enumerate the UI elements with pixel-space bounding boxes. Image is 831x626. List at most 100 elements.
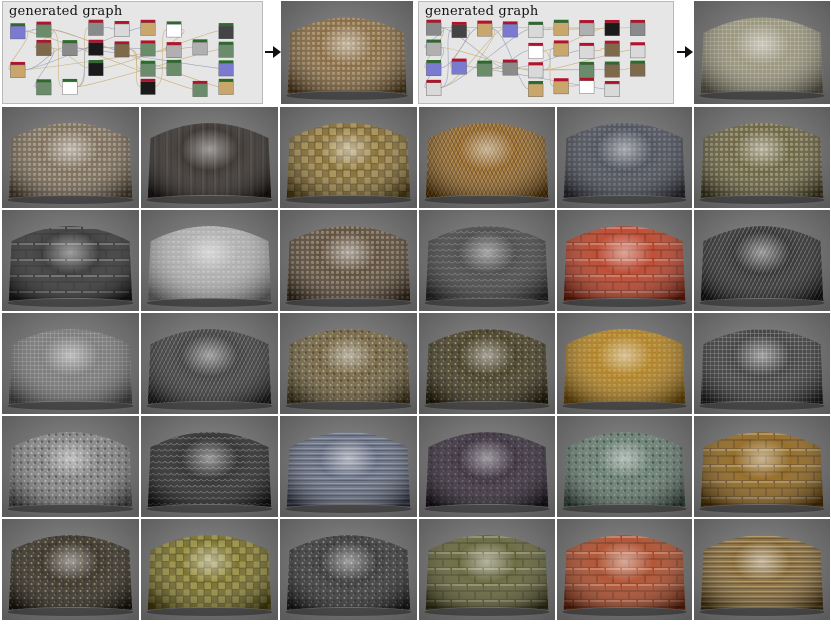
- material-tile-r3c1: [2, 313, 139, 414]
- material-preview: [141, 313, 278, 414]
- graph-node: [502, 21, 518, 38]
- graph-node: [36, 39, 52, 56]
- graph-node: [88, 39, 104, 56]
- material-preview: [557, 210, 692, 311]
- graph-node: [36, 79, 52, 96]
- material-tile-r1c5: [557, 107, 692, 208]
- material-preview: [419, 416, 555, 517]
- material-preview: [141, 416, 278, 517]
- graph-node: [62, 40, 78, 57]
- material-preview: [694, 107, 830, 208]
- graph-node: [528, 81, 544, 97]
- graph-edge: [440, 28, 503, 88]
- graph-node: [140, 78, 156, 95]
- graph-title: generated graph: [9, 4, 123, 19]
- graph-node: [140, 40, 156, 57]
- graph-node: [528, 21, 544, 38]
- graph-node: [88, 60, 104, 76]
- material-tile-r5c4: [419, 519, 555, 620]
- material-tile-r4c2: [141, 416, 278, 517]
- material-preview: [557, 416, 692, 517]
- material-tile-r5c5: [557, 519, 692, 620]
- material-tile-r5c2: [141, 519, 278, 620]
- graph-node: [166, 21, 182, 38]
- material-tile-r4c3: [280, 416, 417, 517]
- material-tile-r1c2: [141, 107, 278, 208]
- graph-node: [88, 19, 104, 36]
- graph-node: [140, 19, 156, 36]
- graph-node: [166, 42, 182, 58]
- graph-node: [62, 78, 78, 95]
- material-preview: [557, 313, 692, 414]
- material-tile-r5c6: [694, 519, 830, 620]
- material-tile-r2c5: [557, 210, 692, 311]
- graph-node: [218, 60, 234, 77]
- material-preview: [2, 210, 139, 311]
- material-preview: [557, 519, 692, 620]
- material-preview: [557, 107, 692, 208]
- graph-node: [166, 59, 182, 76]
- material-preview: [141, 519, 278, 620]
- graph-node: [604, 40, 620, 57]
- material-tile-r4c5: [557, 416, 692, 517]
- material-preview: [280, 210, 417, 311]
- material-preview: [694, 313, 830, 414]
- graph-node: [630, 19, 646, 36]
- material-tile-r3c5: [557, 313, 692, 414]
- material-tile-r2c2: [141, 210, 278, 311]
- graph-node: [604, 19, 620, 36]
- graph-node: [218, 23, 234, 39]
- arrow-right-icon: [265, 46, 281, 58]
- graph-node: [579, 61, 595, 78]
- material-preview: [280, 313, 417, 414]
- graph-node: [140, 60, 156, 77]
- graph-node: [553, 19, 569, 36]
- graph-edge: [50, 29, 115, 50]
- graph-node: [553, 40, 569, 57]
- graph-node: [604, 81, 620, 97]
- graph-node: [630, 60, 646, 77]
- material-tile-r1c4: [419, 107, 555, 208]
- material-preview: [2, 313, 139, 414]
- material-preview: [694, 210, 830, 311]
- material-tile-r1c1: [2, 107, 139, 208]
- graph-node: [451, 21, 467, 38]
- material-tile-r3c2: [141, 313, 278, 414]
- result-tile-2: [694, 1, 830, 104]
- material-preview: [419, 107, 555, 208]
- material-tile-r5c3: [280, 519, 417, 620]
- graph-node: [36, 21, 52, 38]
- graph-edge: [76, 27, 89, 88]
- material-preview: [694, 1, 830, 104]
- graph-edge: [593, 48, 605, 52]
- graph-node: [604, 61, 620, 78]
- material-tile-r4c4: [419, 416, 555, 517]
- result-tile-1: [281, 1, 413, 104]
- material-preview: [2, 519, 139, 620]
- material-tile-r4c6: [694, 416, 830, 517]
- graph-node: [528, 62, 544, 79]
- graph-node: [426, 79, 442, 96]
- graph-edge: [491, 28, 529, 90]
- material-tile-r3c6: [694, 313, 830, 414]
- graph-node: [426, 60, 442, 76]
- material-preview: [419, 313, 555, 414]
- graph-node: [10, 23, 26, 40]
- material-preview: [419, 210, 555, 311]
- graph-node: [451, 58, 467, 75]
- graph-node: [192, 39, 208, 56]
- material-preview: [141, 107, 278, 208]
- graph-node: [477, 20, 493, 37]
- graph-node: [553, 78, 569, 95]
- material-preview: [694, 416, 830, 517]
- material-preview: [2, 107, 139, 208]
- material-preview: [2, 416, 139, 517]
- graph-title: generated graph: [425, 4, 539, 19]
- material-tile-r2c4: [419, 210, 555, 311]
- material-tile-r4c1: [2, 416, 139, 517]
- graph-node: [579, 20, 595, 36]
- material-preview: [694, 519, 830, 620]
- graph-edge: [50, 29, 219, 87]
- material-tile-r2c3: [280, 210, 417, 311]
- graph-node: [426, 39, 442, 56]
